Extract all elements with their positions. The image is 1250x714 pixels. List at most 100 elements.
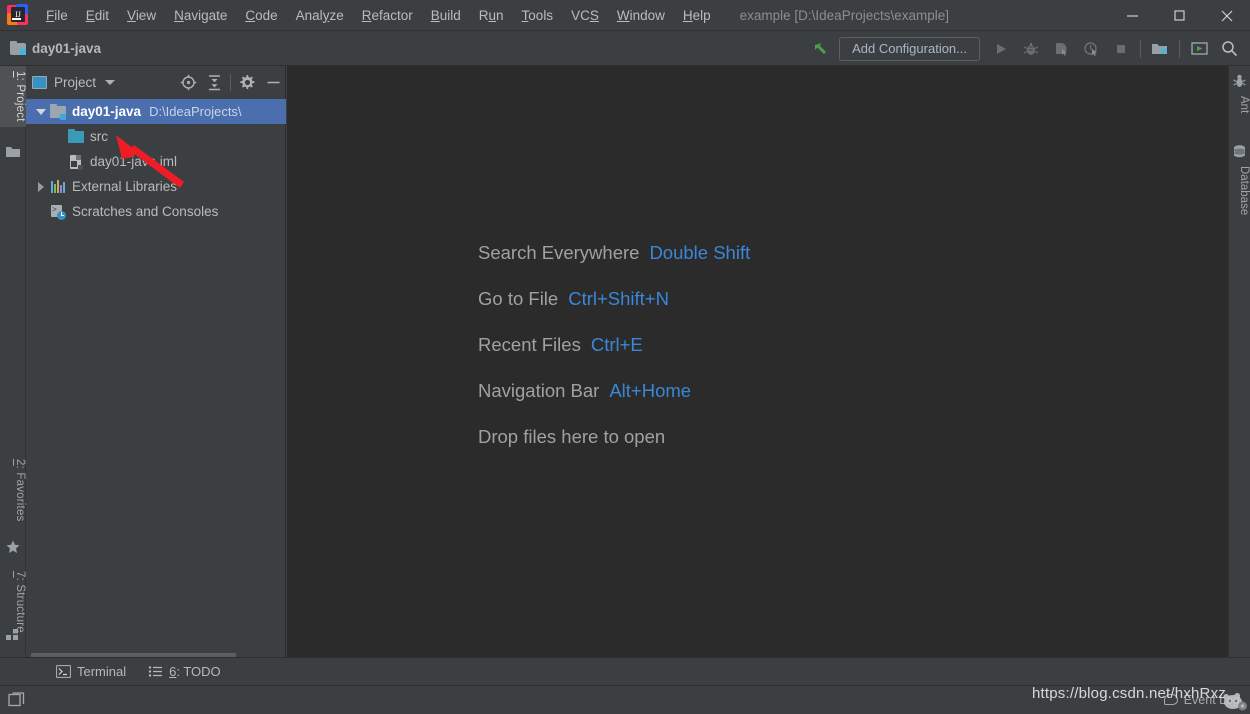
tree-row-label: src bbox=[90, 129, 108, 144]
source-folder-icon bbox=[68, 128, 88, 145]
tree-row[interactable]: > Scratches and Consoles bbox=[26, 199, 286, 224]
bottom-tab-todo[interactable]: 6: TODO bbox=[140, 661, 229, 682]
scratches-icon: > bbox=[50, 204, 70, 220]
editor-welcome-hints: Search Everywhere Double Shift Go to File C… bbox=[478, 242, 750, 448]
chevron-down-icon[interactable] bbox=[32, 108, 50, 115]
module-folder-icon bbox=[50, 103, 70, 120]
add-configuration-button[interactable]: Add Configuration... bbox=[839, 36, 980, 61]
menu-item-help[interactable]: Help bbox=[674, 5, 720, 26]
tree-row-label: External Libraries bbox=[72, 179, 178, 194]
project-panel-header: Project bbox=[26, 66, 286, 99]
editor-hint-shortcut: Alt+Home bbox=[609, 380, 692, 401]
tab-ant-label: Ant bbox=[1238, 96, 1250, 114]
toolbar-divider-2 bbox=[1179, 39, 1180, 58]
editor-hint-action: Navigation Bar bbox=[478, 380, 600, 401]
tree-row[interactable]: External Libraries bbox=[26, 174, 286, 199]
menu-mnemonic: R bbox=[361, 7, 372, 23]
window-controls bbox=[1109, 0, 1250, 31]
structure-icon[interactable] bbox=[5, 627, 21, 643]
navigation-toolbar: day01-java Add Configuration... bbox=[0, 31, 1250, 66]
tree-row[interactable]: day01-java D:\IdeaProjects\ bbox=[26, 99, 286, 124]
tree-row-label: Scratches and Consoles bbox=[72, 204, 219, 219]
tab-structure-mnemonic: 7 bbox=[14, 571, 26, 578]
minimize-button[interactable] bbox=[1109, 0, 1156, 31]
menu-item-vcs[interactable]: VCS bbox=[562, 5, 608, 26]
sidebar-tab-favorites[interactable]: 2: Favorites bbox=[0, 454, 26, 527]
menu-item-code[interactable]: Code bbox=[236, 5, 286, 26]
gear-icon[interactable] bbox=[234, 70, 260, 96]
tree-row[interactable]: day01-java.iml bbox=[26, 149, 286, 174]
menu-mnemonic: W bbox=[616, 7, 630, 23]
editor-hint-action: Search Everywhere bbox=[478, 242, 640, 263]
tab-structure-label: : Structure bbox=[14, 577, 26, 633]
menu-item-view[interactable]: View bbox=[118, 5, 165, 26]
menu-item-navigate[interactable]: Navigate bbox=[165, 5, 236, 26]
intellij-idea-logo-icon: IJ bbox=[7, 4, 29, 26]
watermark-text: https://blog.csdn.net/hxhRxz bbox=[1031, 685, 1226, 702]
menu-item-file[interactable]: File bbox=[37, 5, 77, 26]
menu-item-analyze[interactable]: Analyze bbox=[287, 5, 353, 26]
menu-mnemonic: V bbox=[127, 7, 136, 23]
search-icon[interactable] bbox=[1214, 36, 1244, 62]
editor-hint-action: Recent Files bbox=[478, 334, 581, 355]
editor-hint: Go to File Ctrl+Shift+N bbox=[478, 288, 750, 310]
editor-hint-shortcut: Double Shift bbox=[649, 242, 751, 263]
menu-mnemonic: u bbox=[488, 7, 497, 23]
hide-panel-icon[interactable] bbox=[260, 70, 286, 96]
maximize-button[interactable] bbox=[1156, 0, 1203, 31]
sidebar-tab-project[interactable]: 1: Project bbox=[0, 66, 26, 127]
chevron-right-icon[interactable] bbox=[32, 181, 50, 192]
editor-hint: Drop files here to open bbox=[478, 426, 750, 448]
ant-icon[interactable] bbox=[1232, 74, 1248, 90]
profiler-icon[interactable] bbox=[1076, 36, 1106, 62]
project-panel-title-button[interactable]: Project bbox=[32, 75, 116, 90]
breadcrumb-label: day01-java bbox=[32, 40, 102, 56]
project-structure-icon[interactable] bbox=[1145, 36, 1175, 62]
sidebar-tab-ant[interactable]: Ant bbox=[1228, 92, 1250, 117]
sidebar-tab-database[interactable]: Database bbox=[1228, 162, 1250, 219]
project-tree[interactable]: day01-java D:\IdeaProjects\ src day01-java.… bbox=[26, 99, 286, 654]
debug-icon[interactable] bbox=[1016, 36, 1046, 62]
tree-row[interactable]: src bbox=[26, 124, 286, 149]
watermark-logo-icon bbox=[1223, 692, 1247, 711]
menu-mnemonic: E bbox=[85, 7, 95, 23]
tab-project-label: : Project bbox=[14, 77, 26, 122]
editor-hint-shortcut: Ctrl+E bbox=[590, 334, 643, 355]
updates-icon[interactable] bbox=[1184, 36, 1214, 62]
tree-row-label: day01-java bbox=[72, 104, 142, 119]
collapse-all-icon[interactable] bbox=[201, 70, 227, 96]
breadcrumb[interactable]: day01-java bbox=[10, 41, 101, 56]
module-folder-icon bbox=[10, 41, 26, 55]
editor-hint: Search Everywhere Double Shift bbox=[478, 242, 750, 264]
folder-icon[interactable] bbox=[5, 144, 21, 160]
menu-item-edit[interactable]: Edit bbox=[77, 5, 118, 26]
editor-area: Search Everywhere Double Shift Go to File C… bbox=[287, 66, 1228, 670]
run-icon[interactable] bbox=[986, 36, 1016, 62]
left-tool-window-strip: 1: Project 2: Favorites 7: Structure bbox=[0, 66, 26, 670]
chevron-down-icon[interactable] bbox=[105, 80, 116, 85]
tree-row-label: day01-java.iml bbox=[90, 154, 178, 169]
menu-item-tools[interactable]: Tools bbox=[513, 5, 563, 26]
select-opened-file-icon[interactable] bbox=[175, 70, 201, 96]
menu-item-refactor[interactable]: Refactor bbox=[353, 5, 422, 26]
tab-favorites-label: : Favorites bbox=[14, 465, 26, 522]
add-configuration-label: Add Configuration... bbox=[852, 41, 967, 56]
toggle-toolwindows-button[interactable] bbox=[8, 691, 26, 709]
bottom-tab-todo-label: : TODO bbox=[176, 664, 221, 679]
menu-item-build[interactable]: Build bbox=[422, 5, 470, 26]
idea-window: IJ File Edit View Navigate Code Analyze Refact… bbox=[0, 0, 1250, 714]
bottom-tab-terminal[interactable]: Terminal bbox=[48, 661, 134, 682]
menu-item-window[interactable]: Window bbox=[608, 5, 674, 26]
star-icon[interactable] bbox=[5, 539, 21, 555]
stop-icon[interactable] bbox=[1106, 36, 1136, 62]
menu-mnemonic: H bbox=[682, 7, 693, 23]
build-project-icon[interactable] bbox=[805, 36, 835, 62]
bottom-tab-terminal-label: Terminal bbox=[77, 664, 127, 679]
menu-item-run[interactable]: Run bbox=[470, 5, 513, 26]
menu-mnemonic: F bbox=[46, 7, 55, 23]
close-button[interactable] bbox=[1203, 0, 1250, 31]
menu-mnemonic: B bbox=[430, 7, 440, 23]
database-icon[interactable] bbox=[1232, 144, 1248, 160]
menu-mnemonic: C bbox=[245, 7, 256, 23]
run-with-coverage-icon[interactable] bbox=[1046, 36, 1076, 62]
